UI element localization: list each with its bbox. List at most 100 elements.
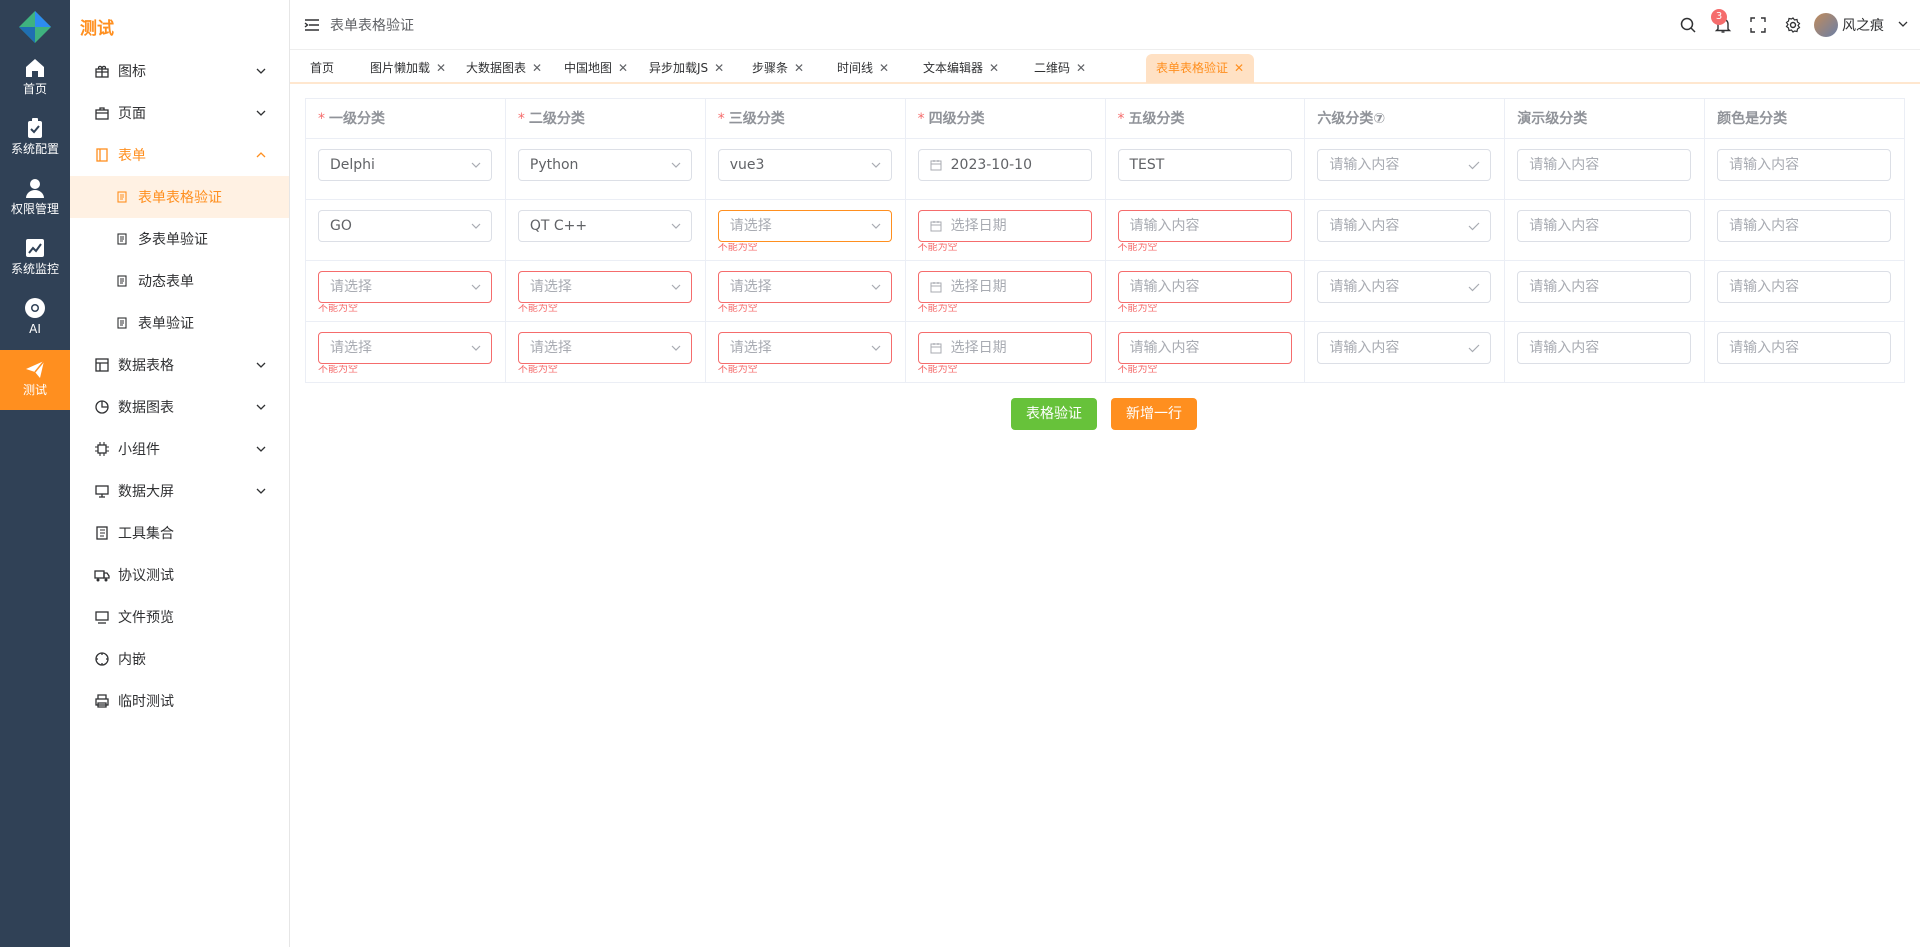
tab-1[interactable]: 图片懒加载 ✕ [360, 54, 456, 83]
category-select[interactable]: vue3 [717, 149, 892, 181]
category-select[interactable]: Delphi [318, 149, 492, 181]
close-icon[interactable]: ✕ [794, 54, 804, 83]
text-input[interactable]: 请输入内容 [1717, 210, 1892, 242]
text-input[interactable]: 请输入内容 [1117, 332, 1292, 364]
username[interactable]: 风之痕 [1842, 15, 1884, 35]
chevron-down-icon[interactable] [871, 343, 881, 353]
tab-8[interactable]: 二维码 ✕ [1024, 54, 1096, 83]
text-input[interactable]: 请输入内容 [1317, 149, 1492, 181]
chevron-down-icon[interactable] [1898, 19, 1908, 29]
text-input[interactable]: 请输入内容 [1317, 332, 1492, 364]
search-icon[interactable] [1679, 16, 1697, 34]
text-input[interactable]: TEST [1117, 149, 1292, 181]
text-input[interactable]: 请输入内容 [1317, 271, 1492, 303]
tab-4[interactable]: 异步加载JS ✕ [639, 54, 734, 83]
chevron-down-icon[interactable] [671, 221, 681, 231]
sidebar-item-15[interactable]: 临时测试 [70, 680, 289, 722]
sidebar-item-9[interactable]: 小组件 [70, 428, 289, 470]
text-input[interactable]: 请输入内容 [1117, 210, 1292, 242]
add-row-button[interactable]: 新增一行 [1111, 398, 1197, 430]
rail-item-0[interactable]: 首页 [0, 49, 70, 109]
sidebar-item-7[interactable]: 数据表格 [70, 344, 289, 386]
tab-6[interactable]: 时间线 ✕ [827, 54, 899, 83]
category-select[interactable]: QT C++ [517, 210, 692, 242]
text-input[interactable]: 请输入内容 [1517, 271, 1692, 303]
tab-7[interactable]: 文本编辑器 ✕ [913, 54, 1009, 83]
text-input[interactable]: 请输入内容 [1317, 210, 1492, 242]
chevron-down-icon[interactable] [255, 359, 267, 371]
close-icon[interactable]: ✕ [532, 54, 542, 83]
sidebar-item-0[interactable]: 图标 [70, 50, 289, 92]
chevron-down-icon[interactable] [471, 343, 481, 353]
rail-item-1[interactable]: 系统配置 [0, 109, 70, 169]
text-input[interactable]: 请输入内容 [1717, 271, 1892, 303]
category-select[interactable]: 请选择 [318, 271, 492, 303]
chevron-down-icon[interactable] [255, 401, 267, 413]
date-picker[interactable]: 2023-10-10 [917, 149, 1092, 181]
category-select[interactable]: 请选择 [717, 271, 892, 303]
rail-item-4[interactable]: AI [0, 289, 70, 349]
close-icon[interactable]: ✕ [436, 54, 446, 83]
tab-9[interactable]: 表单表格验证 ✕ [1146, 54, 1255, 83]
close-icon[interactable]: ✕ [1076, 54, 1086, 83]
date-picker[interactable]: 选择日期 [917, 271, 1092, 303]
sidebar-item-6[interactable]: 表单验证 [70, 302, 289, 344]
chevron-down-icon[interactable] [671, 282, 681, 292]
chevron-down-icon[interactable] [255, 107, 267, 119]
chevron-down-icon[interactable] [255, 485, 267, 497]
settings-gear-icon[interactable] [1784, 16, 1802, 34]
sidebar-item-1[interactable]: 页面 [70, 92, 289, 134]
menu-toggle-icon[interactable] [304, 17, 320, 33]
chevron-down-icon[interactable] [871, 160, 881, 170]
sidebar-item-12[interactable]: 协议测试 [70, 554, 289, 596]
rail-item-3[interactable]: 系统监控 [0, 229, 70, 289]
category-select[interactable]: 请选择 [517, 332, 692, 364]
chevron-down-icon[interactable] [255, 65, 267, 77]
chevron-down-icon[interactable] [671, 343, 681, 353]
sidebar-item-4[interactable]: 多表单验证 [70, 218, 289, 260]
chevron-down-icon[interactable] [471, 221, 481, 231]
sidebar-item-2[interactable]: 表单 [70, 134, 289, 176]
tab-0[interactable]: 首页 [300, 54, 344, 83]
sidebar-item-5[interactable]: 动态表单 [70, 260, 289, 302]
chevron-down-icon[interactable] [671, 160, 681, 170]
text-input[interactable]: 请输入内容 [1517, 210, 1692, 242]
close-icon[interactable]: ✕ [879, 54, 889, 83]
tab-3[interactable]: 中国地图 ✕ [554, 54, 638, 83]
text-input[interactable]: 请输入内容 [1117, 271, 1292, 303]
tab-5[interactable]: 步骤条 ✕ [742, 54, 814, 83]
sidebar-item-8[interactable]: 数据图表 [70, 386, 289, 428]
category-select[interactable]: GO [318, 210, 492, 242]
avatar[interactable] [1814, 13, 1838, 37]
text-input[interactable]: 请输入内容 [1717, 332, 1892, 364]
close-icon[interactable]: ✕ [714, 54, 724, 83]
sidebar-item-14[interactable]: 内嵌 [70, 638, 289, 680]
sidebar-item-11[interactable]: 工具集合 [70, 512, 289, 554]
close-icon[interactable]: ✕ [989, 54, 999, 83]
chevron-down-icon[interactable] [871, 282, 881, 292]
close-icon[interactable]: ✕ [618, 54, 628, 83]
text-input[interactable]: 请输入内容 [1717, 149, 1892, 181]
validate-table-button[interactable]: 表格验证 [1011, 398, 1097, 430]
category-select[interactable]: Python [517, 149, 692, 181]
chevron-down-icon[interactable] [255, 443, 267, 455]
category-select[interactable]: 请选择 [517, 271, 692, 303]
category-select[interactable]: 请选择 [717, 210, 892, 242]
category-select[interactable]: 请选择 [717, 332, 892, 364]
rail-item-2[interactable]: 权限管理 [0, 169, 70, 229]
fullscreen-icon[interactable] [1749, 16, 1767, 34]
date-picker[interactable]: 选择日期 [917, 332, 1092, 364]
chevron-down-icon[interactable] [871, 221, 881, 231]
sidebar-item-10[interactable]: 数据大屏 [70, 470, 289, 512]
text-input[interactable]: 请输入内容 [1517, 332, 1692, 364]
close-icon[interactable]: ✕ [1234, 54, 1244, 83]
text-input[interactable]: 请输入内容 [1517, 149, 1692, 181]
category-select[interactable]: 请选择 [318, 332, 492, 364]
chevron-down-icon[interactable] [471, 160, 481, 170]
tab-2[interactable]: 大数据图表 ✕ [456, 54, 552, 83]
date-picker[interactable]: 选择日期 [917, 210, 1092, 242]
sidebar-item-3[interactable]: 表单表格验证 [70, 176, 289, 218]
rail-item-5[interactable]: 测试 [0, 350, 70, 410]
chevron-up-icon[interactable] [255, 149, 267, 161]
chevron-down-icon[interactable] [471, 282, 481, 292]
